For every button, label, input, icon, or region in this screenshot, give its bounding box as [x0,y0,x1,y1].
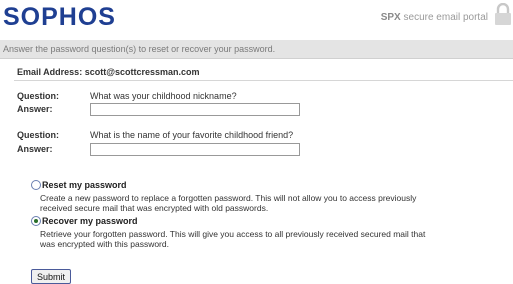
answer-2-input[interactable] [90,143,300,156]
portal-title: SPX secure email portal [381,12,488,23]
question-2-label: Question: [17,130,59,140]
recover-password-title[interactable]: Recover my password [42,216,138,226]
answer-2-label: Answer: [17,144,53,154]
reset-password-title[interactable]: Reset my password [42,180,127,190]
email-value: scott@scottcressman.com [84,67,200,77]
sophos-logo: SOPHOS [3,3,116,31]
reset-password-description: Create a new password to replace a forgo… [40,193,417,213]
portal-prefix: SPX [380,12,401,23]
instruction-banner: Answer the password question(s) to reset… [0,40,513,59]
question-1-text: What was your childhood nickname? [90,91,237,101]
recover-password-description: Retrieve your forgotten password. This w… [40,229,426,249]
question-2-text: What is the name of your favorite childh… [90,130,294,140]
reset-password-radio[interactable] [31,180,41,190]
answer-1-input[interactable] [90,103,300,116]
email-label: Email Address: [17,67,83,77]
recover-password-radio[interactable] [31,216,41,226]
answer-1-label: Answer: [17,104,53,114]
email-address-row: Email Address: scott@scottcressman.com [14,64,513,81]
portal-suffix: secure email portal [403,12,488,23]
padlock-icon [495,3,511,25]
question-1-label: Question: [17,91,59,101]
